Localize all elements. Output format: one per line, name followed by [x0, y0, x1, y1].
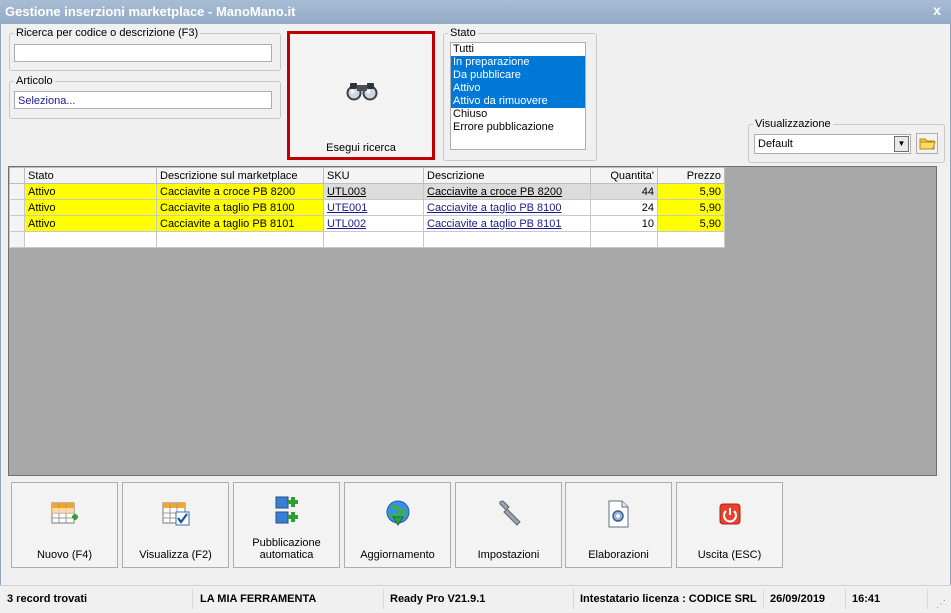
visualizzazione-legend: Visualizzazione	[755, 118, 831, 130]
status-company: LA MIA FERRAMENTA	[196, 589, 384, 609]
cell-descrizione-marketplace[interactable]: Cacciavite a croce PB 8200	[156, 183, 324, 200]
visualizzazione-select[interactable]: Default ▼	[754, 134, 911, 154]
cell-sku[interactable]: UTL002	[323, 215, 424, 232]
cell-descrizione[interactable]: Cacciavite a taglio PB 8101	[423, 215, 591, 232]
title-bar: Gestione inserzioni marketplace - ManoMa…	[0, 0, 951, 24]
column-header-descrizione-marketplace[interactable]: Descrizione sul marketplace	[156, 167, 324, 184]
cell-empty[interactable]	[657, 231, 725, 248]
column-header-sku[interactable]: SKU	[323, 167, 424, 184]
column-header-descrizione[interactable]: Descrizione	[423, 167, 591, 184]
row-indicator[interactable]	[9, 183, 25, 200]
row-indicator-header	[9, 167, 25, 184]
status-time: 16:41	[848, 589, 928, 609]
folder-icon	[916, 133, 938, 154]
row-indicator[interactable]	[9, 199, 25, 216]
settings-button[interactable]: Impostazioni	[455, 482, 562, 568]
status-bar: 3 record trovati LA MIA FERRAMENTA Ready…	[0, 585, 951, 613]
cell-stato[interactable]: Attivo	[24, 199, 157, 216]
stato-option-errore-pubblicazione[interactable]: Errore pubblicazione	[451, 121, 585, 134]
auto-publish-button-label: Pubblicazione automatica	[252, 537, 321, 561]
row-indicator[interactable]	[9, 231, 25, 248]
cell-empty[interactable]	[156, 231, 324, 248]
results-grid[interactable]: Stato Descrizione sul marketplace SKU De…	[8, 166, 937, 476]
stato-option-attivo-da-rimuovere[interactable]: Attivo da rimuovere	[451, 95, 585, 108]
status-version: Ready Pro V21.9.1	[386, 589, 574, 609]
cell-sku[interactable]: UTL003	[323, 183, 424, 200]
column-header-quantita[interactable]: Quantita'	[590, 167, 658, 184]
cell-descrizione[interactable]: Cacciavite a croce PB 8200	[423, 183, 591, 200]
search-button-label: Esegui ricerca	[326, 142, 396, 154]
exit-button[interactable]: Uscita (ESC)	[676, 482, 783, 568]
table-row[interactable]: Attivo Cacciavite a taglio PB 8100 UTE00…	[9, 199, 725, 216]
cell-sku[interactable]: UTE001	[323, 199, 424, 216]
stato-option-in-preparazione[interactable]: In preparazione	[451, 56, 585, 69]
table-header-row: Stato Descrizione sul marketplace SKU De…	[9, 167, 725, 184]
articolo-legend: Articolo	[16, 75, 53, 87]
view-button[interactable]: Visualizza (F2)	[122, 482, 229, 568]
stato-option-attivo[interactable]: Attivo	[451, 82, 585, 95]
search-input[interactable]	[14, 44, 272, 62]
close-button[interactable]: x	[929, 3, 945, 19]
cell-quantita[interactable]: 10	[590, 215, 658, 232]
cell-empty[interactable]	[323, 231, 424, 248]
column-header-stato[interactable]: Stato	[24, 167, 157, 184]
cell-stato[interactable]: Attivo	[24, 183, 157, 200]
cell-empty[interactable]	[423, 231, 591, 248]
document-gear-icon	[608, 500, 628, 528]
stato-option-chiuso[interactable]: Chiuso	[451, 108, 585, 121]
new-button-label: Nuovo (F4)	[36, 549, 93, 561]
table-row[interactable]: Attivo Cacciavite a croce PB 8200 UTL003…	[9, 183, 725, 200]
window-title: Gestione inserzioni marketplace - ManoMa…	[5, 4, 296, 19]
folder-button[interactable]	[916, 133, 938, 154]
cell-descrizione-marketplace[interactable]: Cacciavite a taglio PB 8101	[156, 215, 324, 232]
column-header-prezzo[interactable]: Prezzo	[657, 167, 725, 184]
table-row-new[interactable]	[9, 231, 725, 248]
cell-prezzo[interactable]: 5,90	[657, 183, 725, 200]
globe-download-icon	[386, 500, 409, 526]
cell-quantita[interactable]: 44	[590, 183, 658, 200]
auto-publish-button[interactable]: Pubblicazione automatica	[233, 482, 340, 568]
status-records: 3 record trovati	[3, 589, 193, 609]
update-button[interactable]: Aggiornamento	[344, 482, 451, 568]
view-button-label: Visualizza (F2)	[139, 549, 212, 561]
results-table: Stato Descrizione sul marketplace SKU De…	[9, 167, 725, 248]
status-license: Intestatario licenza : CODICE SRL	[576, 589, 764, 609]
table-row[interactable]: Attivo Cacciavite a taglio PB 8101 UTL00…	[9, 215, 725, 232]
cell-prezzo[interactable]: 5,90	[657, 215, 725, 232]
cell-empty[interactable]	[590, 231, 658, 248]
view-grid-icon	[162, 502, 189, 526]
articolo-input[interactable]: Seleziona...	[14, 91, 272, 109]
exit-button-label: Uscita (ESC)	[697, 549, 762, 561]
row-indicator[interactable]	[9, 215, 25, 232]
new-button[interactable]: Nuovo (F4)	[11, 482, 118, 568]
stato-option-da-pubblicare[interactable]: Da pubblicare	[451, 69, 585, 82]
cell-prezzo[interactable]: 5,90	[657, 199, 725, 216]
chevron-down-icon[interactable]: ▼	[894, 136, 909, 152]
settings-button-label: Impostazioni	[477, 549, 540, 561]
status-date: 26/09/2019	[766, 589, 846, 609]
search-legend: Ricerca per codice o descrizione (F3)	[16, 27, 199, 39]
stato-legend: Stato	[450, 27, 476, 39]
visualizzazione-value: Default	[758, 138, 793, 150]
binoculars-icon	[346, 83, 378, 101]
search-button[interactable]: Esegui ricerca	[287, 31, 435, 160]
processing-button-label: Elaborazioni	[588, 549, 649, 561]
stato-option-tutti[interactable]: Tutti	[451, 43, 585, 56]
wrench-icon	[498, 500, 521, 526]
update-button-label: Aggiornamento	[360, 549, 435, 561]
processing-button[interactable]: Elaborazioni	[565, 482, 672, 568]
cell-stato[interactable]: Attivo	[24, 215, 157, 232]
cell-quantita[interactable]: 24	[590, 199, 658, 216]
cell-descrizione[interactable]: Cacciavite a taglio PB 8100	[423, 199, 591, 216]
stato-listbox[interactable]: Tutti In preparazione Da pubblicare Atti…	[450, 42, 586, 150]
resize-grip-icon[interactable]: ⋰	[936, 599, 948, 611]
power-icon	[719, 503, 740, 525]
auto-publish-icon	[275, 496, 298, 524]
cell-descrizione-marketplace[interactable]: Cacciavite a taglio PB 8100	[156, 199, 324, 216]
cell-empty[interactable]	[24, 231, 157, 248]
new-grid-icon	[51, 502, 78, 524]
